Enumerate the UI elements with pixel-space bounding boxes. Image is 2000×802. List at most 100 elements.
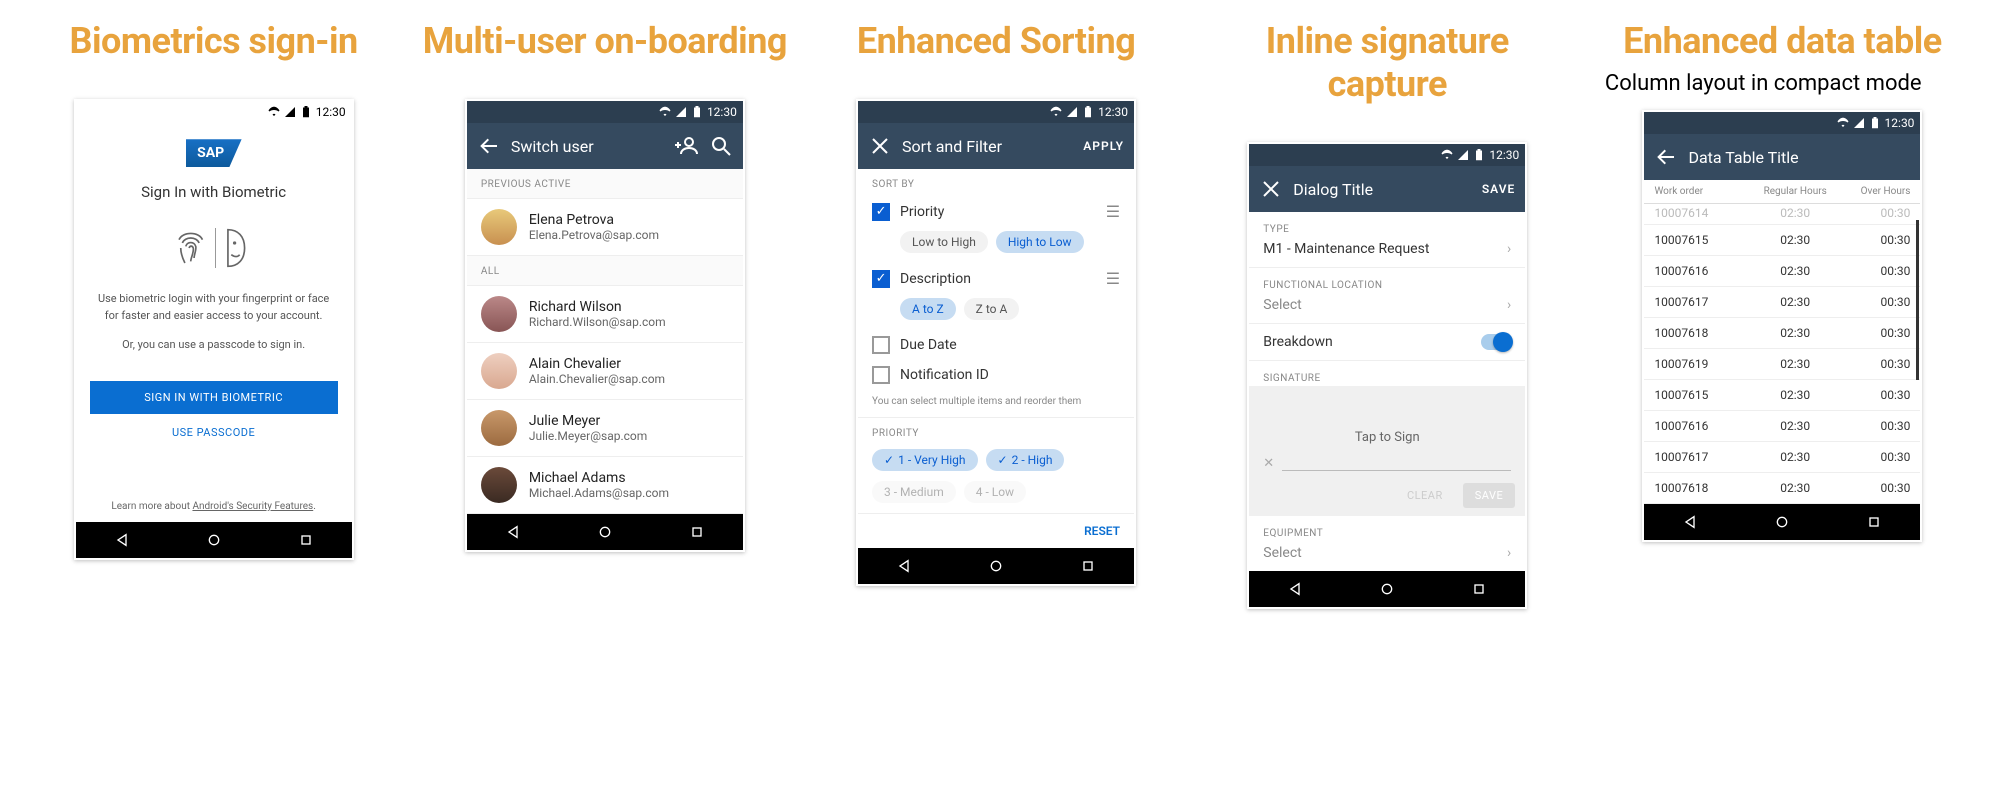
priority-chip[interactable]: 4 - Low <box>964 481 1026 503</box>
back-icon[interactable] <box>1654 145 1678 169</box>
nav-home-icon[interactable] <box>984 554 1008 578</box>
avatar <box>481 296 517 332</box>
tap-to-sign: Tap to Sign <box>1249 430 1525 445</box>
android-nav <box>858 548 1134 584</box>
back-icon[interactable] <box>477 134 501 158</box>
table-row[interactable]: 1000761902:3000:30 <box>1644 349 1920 380</box>
user-name: Alain Chevalier <box>529 356 665 372</box>
avatar <box>481 467 517 503</box>
nav-recent-icon[interactable] <box>685 520 709 544</box>
save-button[interactable]: SAVE <box>1482 182 1515 196</box>
android-nav <box>1644 504 1920 540</box>
table-row[interactable]: 1000761702:3000:30 <box>1644 287 1920 318</box>
table-row[interactable]: 1000761502:3000:30 <box>1644 225 1920 256</box>
biometric-icon <box>174 221 254 275</box>
clock: 12:30 <box>316 105 346 119</box>
nav-back-icon[interactable] <box>1678 510 1702 534</box>
nav-back-icon[interactable] <box>892 554 916 578</box>
nav-recent-icon[interactable] <box>1862 510 1886 534</box>
add-user-icon[interactable] <box>675 134 699 158</box>
col-title: Enhanced Sorting <box>857 20 1135 63</box>
sort-hint: You can select multiple items and reorde… <box>858 390 1134 417</box>
priority-chip[interactable]: 3 - Medium <box>872 481 956 503</box>
type-label: TYPE <box>1249 212 1525 237</box>
signin-heading: Sign In with Biometric <box>141 183 286 201</box>
table-row[interactable]: 1000761802:3000:30 <box>1644 473 1920 504</box>
sort-item-label: Description <box>900 271 1096 287</box>
clock: 12:30 <box>707 105 737 119</box>
apply-button[interactable]: APPLY <box>1083 139 1124 153</box>
signin-biometric-button[interactable]: SIGN IN WITH BIOMETRIC <box>90 381 338 414</box>
scroll-indicator[interactable] <box>1916 220 1919 380</box>
reset-button[interactable]: RESET <box>1084 524 1120 538</box>
battery-icon <box>1473 149 1485 161</box>
sort-checkbox[interactable] <box>872 366 890 384</box>
nav-home-icon[interactable] <box>593 520 617 544</box>
nav-recent-icon[interactable] <box>1467 577 1491 601</box>
learn-more-link[interactable]: Android's Security Features <box>192 501 313 512</box>
user-name: Elena Petrova <box>529 212 659 228</box>
battery-icon <box>300 106 312 118</box>
signature-area[interactable]: Tap to Sign ✕ CLEAR SAVE <box>1249 386 1525 516</box>
appbar-title: Dialog Title <box>1293 180 1472 199</box>
table-row[interactable]: 1000761702:3000:30 <box>1644 442 1920 473</box>
signature-label: SIGNATURE <box>1249 361 1525 386</box>
status-bar: 12:30 <box>858 101 1134 123</box>
sort-checkbox[interactable] <box>872 203 890 221</box>
status-bar: 12:30 <box>467 101 743 123</box>
table-row[interactable]: 1000761802:3000:30 <box>1644 318 1920 349</box>
user-row[interactable]: Richard WilsonRichard.Wilson@sap.com <box>467 286 743 343</box>
nav-home-icon[interactable] <box>1770 510 1794 534</box>
priority-chip[interactable]: ✓ 1 - Very High <box>872 449 977 471</box>
nav-back-icon[interactable] <box>501 520 525 544</box>
col-subtitle: Column layout in compact mode <box>1595 69 1970 100</box>
sort-option-chip[interactable]: Low to High <box>900 231 988 253</box>
priority-chip[interactable]: ✓ 2 - High <box>986 449 1065 471</box>
use-passcode-button[interactable]: USE PASSCODE <box>160 414 267 451</box>
close-icon[interactable] <box>1259 177 1283 201</box>
nav-recent-icon[interactable] <box>1076 554 1100 578</box>
sort-option-chip[interactable]: Z to A <box>964 298 1020 320</box>
learn-more: Learn more about Android's Security Feat… <box>111 501 316 512</box>
save-signature-button[interactable]: SAVE <box>1463 483 1516 508</box>
avatar <box>481 353 517 389</box>
chevron-right-icon: › <box>1507 545 1511 561</box>
breakdown-toggle[interactable] <box>1481 334 1511 350</box>
user-email: Richard.Wilson@sap.com <box>529 315 666 329</box>
drag-handle-icon[interactable]: ☰ <box>1106 269 1120 288</box>
user-row[interactable]: Elena Petrova Elena.Petrova@sap.com <box>467 199 743 256</box>
appbar-title: Sort and Filter <box>902 137 1073 156</box>
battery-icon <box>1082 106 1094 118</box>
type-field[interactable]: M1 - Maintenance Request› <box>1249 237 1525 268</box>
clear-signature-button[interactable]: CLEAR <box>1395 483 1455 508</box>
table-row[interactable]: 1000761502:3000:30 <box>1644 380 1920 411</box>
close-icon[interactable] <box>868 134 892 158</box>
user-row[interactable]: Julie MeyerJulie.Meyer@sap.com <box>467 400 743 457</box>
user-row[interactable]: Alain ChevalierAlain.Chevalier@sap.com <box>467 343 743 400</box>
sort-option-chip[interactable]: High to Low <box>996 231 1084 253</box>
user-row[interactable]: Michael AdamsMichael.Adams@sap.com <box>467 457 743 514</box>
table-row[interactable]: 1000761602:3000:30 <box>1644 411 1920 442</box>
sort-checkbox[interactable] <box>872 336 890 354</box>
nav-recent-icon[interactable] <box>294 528 318 552</box>
nav-back-icon[interactable] <box>1283 577 1307 601</box>
drag-handle-icon[interactable]: ☰ <box>1106 202 1120 221</box>
signature-x: ✕ <box>1263 456 1274 471</box>
sort-item-label: Due Date <box>900 337 1120 353</box>
avatar <box>481 410 517 446</box>
wifi-icon <box>268 106 280 118</box>
signal-icon <box>1853 117 1865 129</box>
nav-home-icon[interactable] <box>202 528 226 552</box>
user-email: Julie.Meyer@sap.com <box>529 429 647 443</box>
sort-option-chip[interactable]: A to Z <box>900 298 956 320</box>
table-row[interactable]: 1000761602:3000:30 <box>1644 256 1920 287</box>
nav-home-icon[interactable] <box>1375 577 1399 601</box>
funcloc-field[interactable]: Select› <box>1249 293 1525 324</box>
appbar-title: Data Table Title <box>1688 148 1910 167</box>
sort-checkbox[interactable] <box>872 270 890 288</box>
equipment-field[interactable]: Select› <box>1249 541 1525 571</box>
user-email: Michael.Adams@sap.com <box>529 486 669 500</box>
nav-back-icon[interactable] <box>110 528 134 552</box>
search-icon[interactable] <box>709 134 733 158</box>
clock: 12:30 <box>1489 148 1519 162</box>
